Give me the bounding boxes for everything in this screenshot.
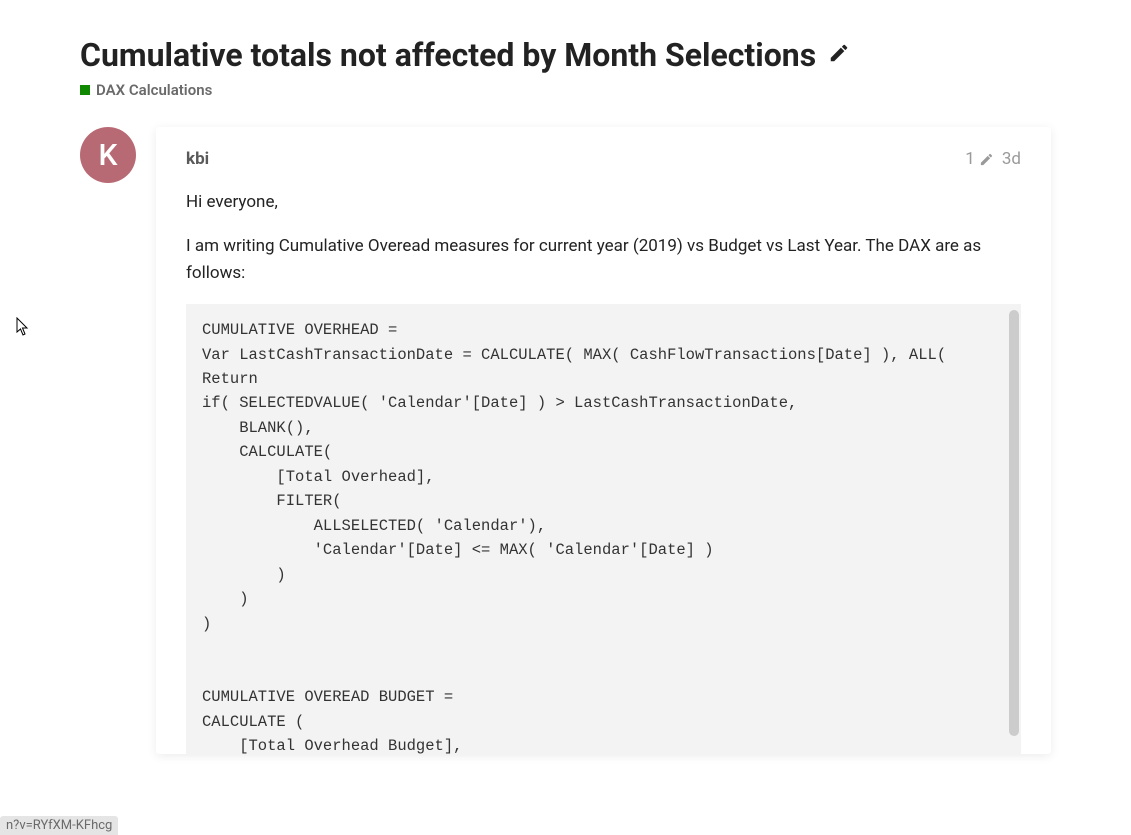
edit-title-button[interactable]	[828, 42, 850, 68]
post-paragraph: Hi everyone,	[186, 189, 1021, 215]
post-author[interactable]: kbi	[186, 149, 209, 169]
topic-header: Cumulative totals not affected by Month …	[80, 35, 1051, 99]
post-card: kbi 1 3d Hi everyone, I am writing Cumul…	[156, 127, 1051, 754]
pencil-icon	[828, 42, 850, 64]
avatar[interactable]: K	[80, 127, 136, 183]
code-block: CUMULATIVE OVERHEAD = Var LastCashTransa…	[186, 304, 1021, 754]
post-age[interactable]: 3d	[1002, 149, 1021, 169]
status-bar-stub: n?v=RYfXM-KFhcg	[0, 816, 118, 835]
scrollbar-thumb[interactable]	[1009, 310, 1019, 736]
edit-count-value: 1	[965, 149, 975, 169]
edit-history-button[interactable]: 1	[965, 149, 994, 169]
code-block-content: CUMULATIVE OVERHEAD = Var LastCashTransa…	[202, 318, 1005, 754]
category-color-chip	[80, 85, 90, 95]
scrollbar[interactable]	[1009, 310, 1019, 748]
category-name: DAX Calculations	[96, 81, 212, 99]
post-paragraph: I am writing Cumulative Overead measures…	[186, 233, 1021, 286]
category-badge[interactable]: DAX Calculations	[80, 81, 1051, 99]
post-body: Hi everyone, I am writing Cumulative Ove…	[186, 189, 1021, 754]
topic-title: Cumulative totals not affected by Month …	[80, 35, 816, 75]
pencil-icon	[979, 152, 994, 167]
